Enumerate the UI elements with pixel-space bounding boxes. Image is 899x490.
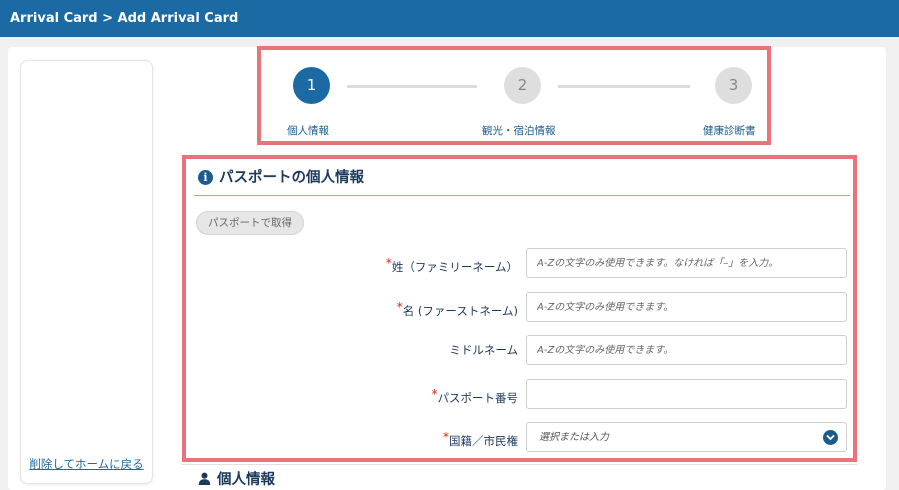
nationality-select-placeholder: 選択または入力 [539,432,609,443]
step-2-label: 観光・宿泊情報 [482,125,556,137]
step-1-circle[interactable]: 1 [293,67,330,104]
step-3-circle[interactable]: 3 [715,67,752,104]
middle-name-label: ミドルネーム [449,343,518,357]
nationality-label: *国籍／市民権 [443,430,518,448]
personal-info-section-title: 個人情報 [198,468,275,489]
progress-stepper: 1 2 3 個人情報 観光・宿泊情報 健康診断書 [257,46,771,145]
nationality-row: *国籍／市民権 選択または入力 [186,422,853,452]
person-icon [198,472,211,489]
app-header: Arrival Card > Add Arrival Card [0,0,899,37]
passport-info-section: iパスポートの個人情報 パスポートで取得 *姓（ファミリーネーム） *名 (ファ… [182,155,857,462]
passport-number-row: *パスポート番号 [186,379,853,409]
section-separator [182,464,857,465]
step-connector-1 [347,85,477,88]
nationality-select[interactable]: 選択または入力 [526,422,847,452]
passport-section-title: i パスポートの個人情報 [198,166,364,187]
step-3-label: 健康診断書 [703,125,756,137]
info-icon: i [198,170,213,185]
family-name-input[interactable] [526,248,847,278]
delete-and-return-home-link[interactable]: 削除してホームに戻る [29,455,144,473]
step-connector-2 [558,85,690,88]
first-name-input[interactable] [526,292,847,322]
get-from-passport-button[interactable]: パスポートで取得 [196,211,304,235]
breadcrumb: Arrival Card > Add Arrival Card [10,11,239,26]
family-name-row: *姓（ファミリーネーム） [186,248,853,278]
middle-name-row: ミドルネーム [186,335,853,365]
passport-number-label: *パスポート番号 [431,387,519,405]
middle-name-input[interactable] [526,335,847,365]
family-name-label: *姓（ファミリーネーム） [385,256,518,274]
passport-number-input[interactable] [526,379,847,409]
first-name-row: *名 (ファーストネーム) [186,292,853,322]
left-sidebar: 削除してホームに戻る [20,60,153,484]
first-name-label: *名 (ファーストネーム) [396,300,518,318]
step-2-circle[interactable]: 2 [504,67,541,104]
step-1-label: 個人情報 [287,125,329,137]
chevron-down-icon[interactable] [823,430,838,445]
section-divider [194,195,850,196]
